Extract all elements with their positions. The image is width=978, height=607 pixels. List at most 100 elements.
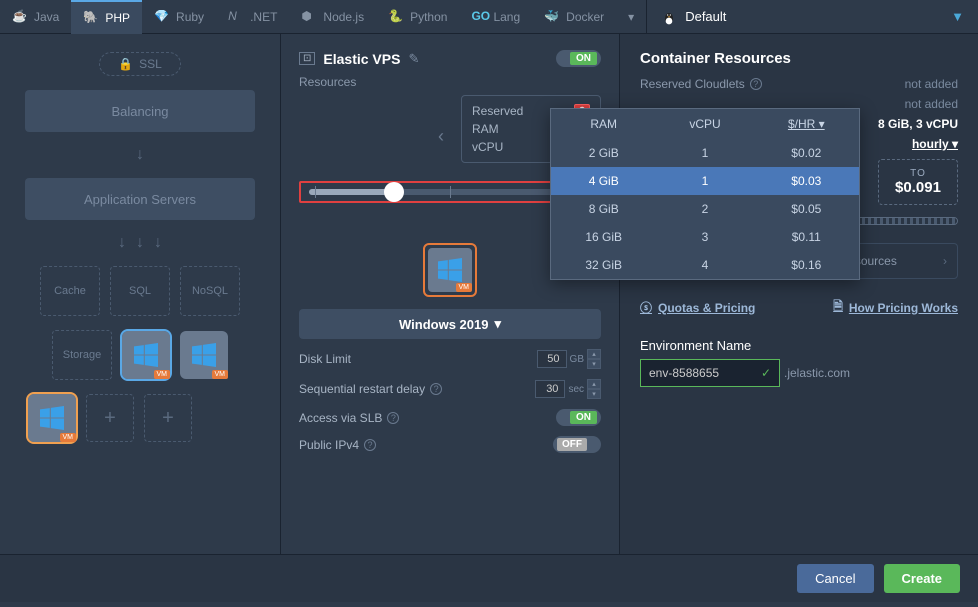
to-label: TO: [895, 168, 941, 179]
container-resources-title: Container Resources: [640, 50, 958, 67]
language-tabs: ☕Java 🐘PHP 💎Ruby N.NET ⬢Node.js 🐍Python …: [0, 0, 978, 34]
pricing-cell: $0.05: [754, 195, 859, 223]
restart-label: Sequential restart delay: [299, 382, 425, 396]
edit-icon[interactable]: ✎: [408, 51, 419, 67]
arrow-down-icon: ↓: [154, 234, 162, 252]
document-icon: 🗎: [833, 297, 843, 318]
chevron-down-icon: ▼: [951, 9, 964, 24]
vm-badge: VM: [154, 370, 171, 379]
ipv4-toggle[interactable]: OFF: [553, 436, 601, 453]
disk-stepper[interactable]: ▴▾: [587, 349, 601, 369]
vcpu-label: vCPU: [472, 140, 503, 154]
tab-python[interactable]: 🐍Python: [376, 0, 459, 34]
vm-badge: VM: [60, 433, 77, 442]
node-tile[interactable]: VM: [122, 331, 170, 379]
tab-java[interactable]: ☕Java: [0, 0, 71, 34]
env-name-label: Environment Name: [640, 338, 958, 353]
disk-unit: GB: [570, 354, 584, 365]
tab-go[interactable]: GOLang: [459, 0, 532, 34]
chevron-down-icon: ▾: [494, 316, 501, 332]
ssl-chip[interactable]: 🔒SSL: [99, 52, 181, 76]
pricing-row[interactable]: 4 GiB1$0.03: [551, 167, 859, 195]
tab-docker[interactable]: 🐳Docker: [532, 0, 616, 34]
restart-input[interactable]: 30: [535, 380, 565, 398]
quotas-link[interactable]: ⓢQuotas & Pricing: [640, 297, 755, 318]
pricing-cell: 2: [656, 195, 753, 223]
node-tile[interactable]: VM: [180, 331, 228, 379]
vm-badge: VM: [456, 283, 473, 292]
tab-php[interactable]: 🐘PHP: [71, 0, 142, 34]
chevron-left-icon[interactable]: ‹: [438, 126, 444, 147]
os-dropdown[interactable]: Windows 2019▾: [299, 309, 601, 339]
create-button[interactable]: Create: [884, 564, 960, 593]
tab-ruby[interactable]: 💎Ruby: [142, 0, 216, 34]
storage-box[interactable]: Storage: [52, 330, 112, 380]
pricing-cell: 4: [656, 251, 753, 279]
pricing-cell: $0.03: [754, 167, 859, 195]
tab-nodejs[interactable]: ⬢Node.js: [289, 0, 376, 34]
col-ram[interactable]: RAM: [551, 109, 656, 139]
env-selector-label: Default: [685, 9, 726, 24]
windows-icon: [134, 343, 158, 367]
pricing-cell: 2 GiB: [551, 139, 656, 167]
disk-limit-input[interactable]: 50: [537, 350, 567, 368]
lock-icon: 🔒: [118, 57, 133, 71]
hourly-toggle[interactable]: hourly ▾: [912, 137, 958, 151]
node-tile-selected[interactable]: VM: [28, 394, 76, 442]
pricing-popup: RAM vCPU $/HR ▾ 2 GiB1$0.024 GiB1$0.038 …: [550, 108, 860, 280]
pricing-cell: 4 GiB: [551, 167, 656, 195]
pricing-cell: 8 GiB: [551, 195, 656, 223]
add-node-button[interactable]: +: [144, 394, 192, 442]
pricing-row[interactable]: 8 GiB2$0.05: [551, 195, 859, 223]
chevron-right-icon[interactable]: ›: [943, 254, 947, 268]
pricing-row[interactable]: 16 GiB3$0.11: [551, 223, 859, 251]
balancing-button[interactable]: Balancing: [25, 90, 255, 132]
pricing-works-link[interactable]: 🗎How Pricing Works: [833, 297, 958, 318]
pricing-cell: 32 GiB: [551, 251, 656, 279]
pricing-row[interactable]: 32 GiB4$0.16: [551, 251, 859, 279]
domain-suffix: .jelastic.com: [784, 366, 850, 380]
cache-box[interactable]: Cache: [40, 266, 100, 316]
windows-icon: [192, 343, 216, 367]
topology-column: 🔒SSL Balancing ↓ Application Servers ↓ ↓…: [0, 34, 280, 554]
sql-box[interactable]: SQL: [110, 266, 170, 316]
vps-title: Elastic VPS: [323, 51, 400, 67]
pricing-cell: $0.02: [754, 139, 859, 167]
arrow-down-icon: ↓: [118, 234, 126, 252]
col-vcpu[interactable]: vCPU: [656, 109, 753, 139]
vm-badge: VM: [212, 370, 229, 379]
dialog-footer: Cancel Create: [0, 554, 978, 602]
pricing-cell: 1: [656, 167, 753, 195]
environment-selector[interactable]: Default ▼: [646, 0, 978, 34]
cancel-button[interactable]: Cancel: [797, 564, 873, 593]
pricing-cell: $0.11: [754, 223, 859, 251]
dollar-icon: ⓢ: [640, 299, 652, 316]
reserved-label: Reserved: [472, 104, 523, 118]
restart-unit: sec: [568, 384, 584, 395]
env-name-input[interactable]: env-8588655 ✓: [640, 359, 780, 387]
help-icon[interactable]: ?: [750, 78, 762, 90]
pricing-row[interactable]: 2 GiB1$0.02: [551, 139, 859, 167]
windows-icon: [438, 258, 462, 282]
add-node-button[interactable]: +: [86, 394, 134, 442]
slb-toggle[interactable]: ON: [556, 409, 601, 426]
help-icon[interactable]: ?: [430, 383, 442, 395]
vps-toggle[interactable]: ON: [556, 50, 601, 67]
slb-label: Access via SLB: [299, 411, 382, 425]
os-tile[interactable]: VM: [423, 243, 477, 297]
tab-more[interactable]: ▾: [616, 0, 646, 34]
col-price[interactable]: $/HR ▾: [754, 109, 859, 139]
ipv4-label: Public IPv4: [299, 438, 359, 452]
help-icon[interactable]: ?: [387, 412, 399, 424]
slider-thumb[interactable]: [384, 182, 404, 202]
tab-dotnet[interactable]: N.NET: [216, 0, 289, 34]
price-to-box: TO $0.091: [878, 159, 958, 205]
pricing-cell: $0.16: [754, 251, 859, 279]
app-servers-button[interactable]: Application Servers: [25, 178, 255, 220]
check-icon: ✓: [761, 366, 771, 380]
windows-icon: [40, 406, 64, 430]
nosql-box[interactable]: NoSQL: [180, 266, 240, 316]
to-value: $0.091: [895, 179, 941, 196]
restart-stepper[interactable]: ▴▾: [587, 379, 601, 399]
help-icon[interactable]: ?: [364, 439, 376, 451]
